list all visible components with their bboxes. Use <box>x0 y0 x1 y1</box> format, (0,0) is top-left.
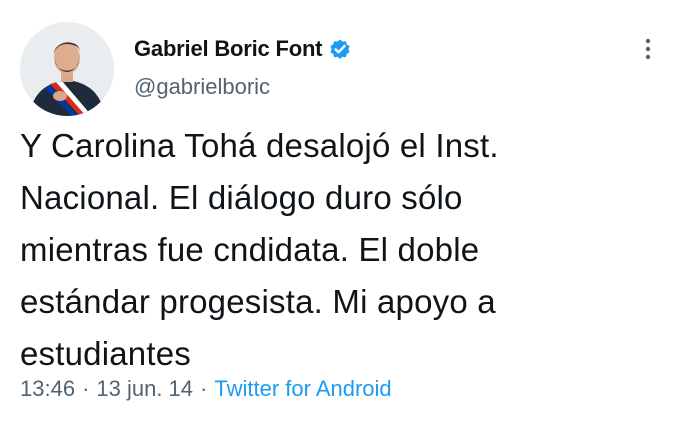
author-name-row[interactable]: Gabriel Boric Font <box>134 34 352 64</box>
display-name[interactable]: Gabriel Boric Font <box>134 36 323 62</box>
tweet-date[interactable]: 13 jun. 14 <box>96 376 193 402</box>
meta-separator: · <box>82 376 90 401</box>
tweet-card: Gabriel Boric Font @gabrielboric Y Carol… <box>0 0 680 436</box>
more-options-icon[interactable] <box>640 36 656 64</box>
tweet-source-link[interactable]: Twitter for Android <box>214 376 391 402</box>
meta-separator: · <box>200 376 208 401</box>
handle[interactable]: @gabrielboric <box>134 74 270 100</box>
tweet-time[interactable]: 13:46 <box>20 376 75 402</box>
verified-badge-icon <box>328 37 352 61</box>
avatar[interactable] <box>20 22 114 116</box>
tweet-meta: 13:46 · 13 jun. 14 · Twitter for Android <box>20 376 392 402</box>
tweet-text: Y Carolina Tohá desalojó el Inst. Nacion… <box>20 127 499 372</box>
